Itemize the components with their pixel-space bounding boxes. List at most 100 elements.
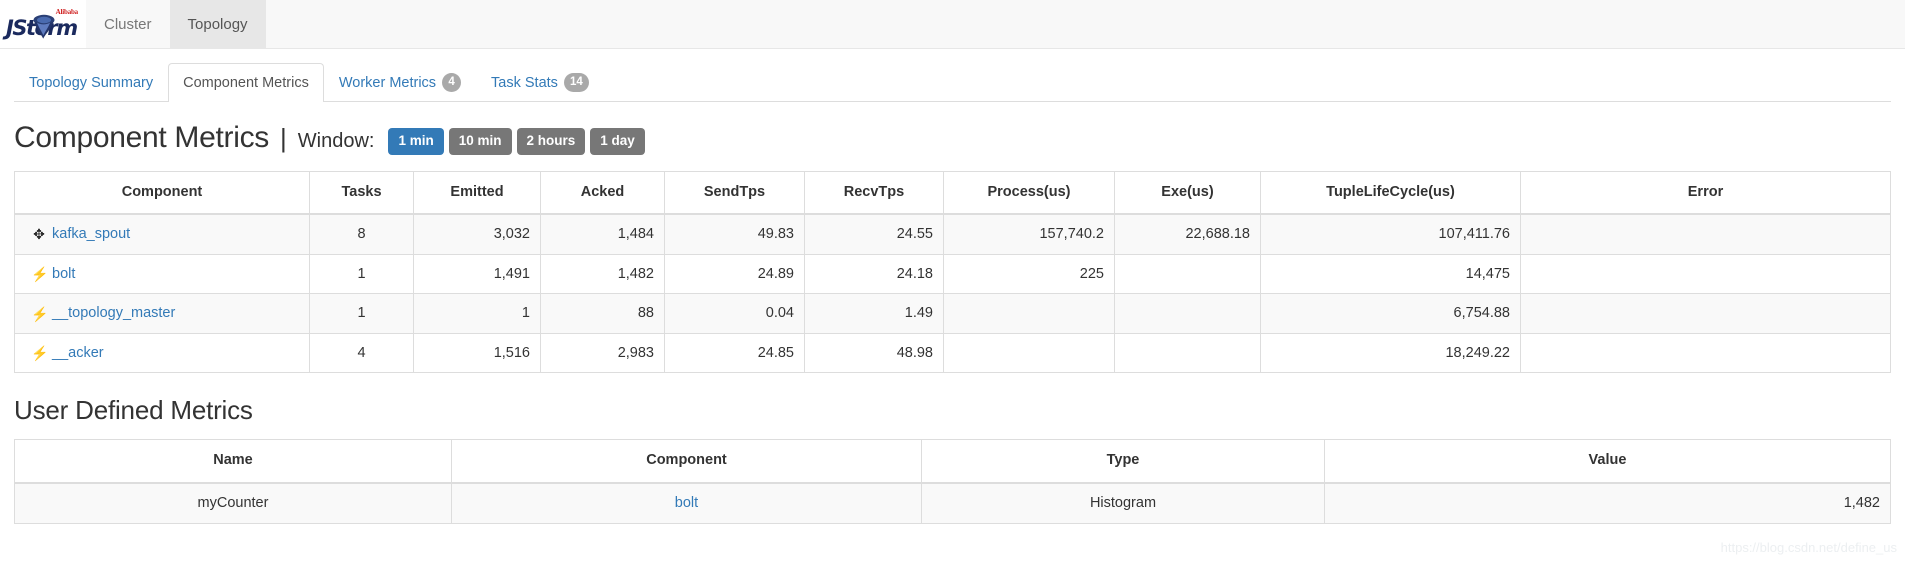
column-header-exe-us[interactable]: Exe(us) [1114,170,1261,216]
tab-label: Topology Summary [29,74,154,91]
column-header-name[interactable]: Name [14,439,452,484]
column-header-component[interactable]: Component [14,170,310,216]
component-link-kafka-spout[interactable]: kafka_spout [52,224,130,245]
cell-name: myCounter [14,482,452,524]
cell-recvtps: 1.49 [804,293,944,334]
window-button-2-hours[interactable]: 2 hours [516,128,586,155]
cell-exe-us [1114,293,1261,334]
bolt-icon: ⚡ [31,345,49,362]
cell-exe-us: 22,688.18 [1114,213,1261,255]
tab-task-stats[interactable]: Task Stats 14 [476,63,604,102]
table-row: ⚡ __topology_master 1 1 88 0.04 1.49 6,7… [14,293,1891,334]
tab-worker-metrics[interactable]: Worker Metrics 4 [324,63,476,102]
brand-label: JStorm [6,16,78,40]
cell-component: ✥ kafka_spout [14,213,310,255]
table-row: ⚡ bolt 1 1,491 1,482 24.89 24.18 225 14,… [14,253,1891,295]
cell-error [1520,253,1891,295]
cell-sendtps: 0.04 [664,293,805,334]
cell-component: ⚡ __acker [14,332,310,374]
cell-emitted: 3,032 [413,213,541,255]
nav-item-cluster[interactable]: Cluster [86,0,170,48]
column-header-sendtps[interactable]: SendTps [664,170,805,216]
page-content: Topology Summary Component Metrics Worke… [0,62,1905,524]
window-label: Window: [297,130,375,152]
cell-component: ⚡ bolt [14,253,310,295]
cell-tuplelifecycle-us: 107,411.76 [1260,213,1521,255]
tab-topology-summary[interactable]: Topology Summary [14,63,168,102]
cell-sendtps: 24.89 [664,253,805,295]
cell-tasks: 4 [309,332,414,374]
cell-acked: 2,983 [540,332,665,374]
cell-error [1520,332,1891,374]
table-row: myCounter bolt Histogram 1,482 [14,482,1891,524]
page-header: Component Metrics | Window: 1 min 10 min… [14,121,1891,157]
column-header-recvtps[interactable]: RecvTps [804,170,944,216]
user-defined-metrics-table: Name Component Type Value myCounter bolt… [14,439,1891,524]
cell-tasks: 1 [309,253,414,295]
title-separator: | [280,123,287,153]
column-header-process-us[interactable]: Process(us) [943,170,1115,216]
cell-tuplelifecycle-us: 18,249.22 [1260,332,1521,374]
cell-exe-us [1114,253,1261,295]
cell-emitted: 1,516 [413,332,541,374]
column-header-error[interactable]: Error [1520,170,1891,216]
component-link-acker[interactable]: __acker [52,343,104,364]
column-header-emitted[interactable]: Emitted [413,170,541,216]
component-metrics-body: ✥ kafka_spout 8 3,032 1,484 49.83 24.55 … [14,213,1891,374]
worker-metrics-badge: 4 [442,73,462,93]
shuffle-icon: ✥ [33,226,45,243]
cell-process-us: 157,740.2 [943,213,1115,255]
bolt-icon: ⚡ [31,265,49,282]
component-metrics-table: Component Tasks Emitted Acked SendTps Re… [14,170,1891,374]
column-header-value[interactable]: Value [1324,439,1891,484]
task-stats-badge: 14 [563,73,589,93]
cell-exe-us [1114,332,1261,374]
cell-error [1520,213,1891,255]
tab-label: Component Metrics [183,74,309,91]
column-header-tuplelifecycle-us[interactable]: TupleLifeCycle(us) [1260,170,1521,216]
top-navbar: Alibaba JStorm Cluster Topology [0,0,1905,49]
cell-emitted: 1 [413,293,541,334]
table-row: ✥ kafka_spout 8 3,032 1,484 49.83 24.55 … [14,213,1891,255]
cell-tasks: 1 [309,293,414,334]
cell-acked: 1,482 [540,253,665,295]
cell-tasks: 8 [309,213,414,255]
watermark: https://blog.csdn.net/define_us [1720,540,1897,555]
column-header-acked[interactable]: Acked [540,170,665,216]
window-button-10-min[interactable]: 10 min [448,128,512,155]
component-link-bolt[interactable]: bolt [675,495,698,511]
nav-item-topology[interactable]: Topology [169,0,266,48]
column-header-type[interactable]: Type [921,439,1325,484]
cell-tuplelifecycle-us: 14,475 [1260,253,1521,295]
user-defined-metrics-body: myCounter bolt Histogram 1,482 [14,482,1891,524]
cell-process-us [943,332,1115,374]
user-defined-metrics-head: Name Component Type Value [14,439,1891,484]
window-button-1-min[interactable]: 1 min [388,128,444,155]
cell-sendtps: 49.83 [664,213,805,255]
cell-process-us [943,293,1115,334]
window-button-1-day[interactable]: 1 day [590,128,645,155]
brand-sublabel: Alibaba [55,8,79,16]
bolt-icon: ⚡ [31,305,49,322]
brand-logo[interactable]: Alibaba JStorm [0,0,86,48]
cell-acked: 1,484 [540,213,665,255]
cell-component: ⚡ __topology_master [14,293,310,334]
table-row: ⚡ __acker 4 1,516 2,983 24.85 48.98 18,2… [14,332,1891,374]
component-link-topology-master[interactable]: __topology_master [52,303,175,324]
cell-tuplelifecycle-us: 6,754.88 [1260,293,1521,334]
cell-component: bolt [451,482,922,524]
tab-component-metrics[interactable]: Component Metrics [168,62,324,102]
cell-emitted: 1,491 [413,253,541,295]
component-metrics-head: Component Tasks Emitted Acked SendTps Re… [14,170,1891,216]
window-button-group: 1 min 10 min 2 hours 1 day [388,128,645,155]
table-header-row: Name Component Type Value [14,439,1891,484]
cell-process-us: 225 [943,253,1115,295]
cell-recvtps: 24.18 [804,253,944,295]
tab-label: Worker Metrics [338,74,437,91]
sub-tab-bar: Topology Summary Component Metrics Worke… [14,62,1891,102]
column-header-tasks[interactable]: Tasks [309,170,414,216]
component-link-bolt[interactable]: bolt [52,264,75,285]
page-title: Component Metrics [14,121,269,154]
tab-label: Task Stats [491,74,558,91]
column-header-component[interactable]: Component [451,439,922,484]
